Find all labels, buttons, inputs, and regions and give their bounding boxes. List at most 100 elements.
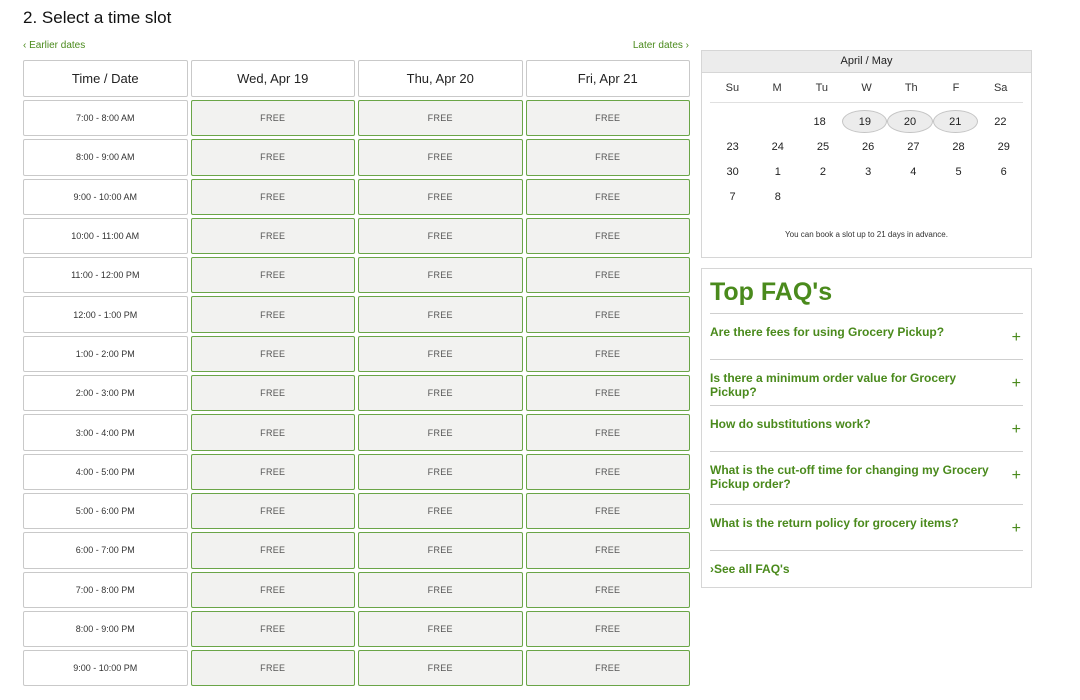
time-slot-button[interactable]: FREE — [525, 414, 690, 451]
time-label: 6:00 - 7:00 PM — [23, 532, 188, 569]
time-slot-row: 8:00 - 9:00 AM FREE FREE FREE — [23, 139, 690, 176]
time-slot-button[interactable]: FREE — [525, 296, 690, 333]
time-slot-button[interactable]: FREE — [358, 492, 523, 530]
calendar-day: 2 — [819, 165, 827, 178]
time-slot-button[interactable]: FREE — [190, 414, 355, 451]
calendar-day-cell: 24 — [755, 135, 800, 158]
time-slot-button[interactable]: FREE — [358, 100, 523, 137]
time-slot-button[interactable]: FREE — [190, 650, 355, 687]
faq-item[interactable]: What is the cut-off time for changing my… — [710, 451, 1023, 504]
time-slot-button[interactable]: FREE — [190, 532, 355, 569]
time-slot-button[interactable]: FREE — [190, 610, 355, 648]
time-slot-button[interactable]: FREE — [525, 492, 690, 530]
faq-question: Is there a minimum order value for Groce… — [710, 371, 957, 399]
time-slot-button[interactable]: FREE — [358, 532, 523, 569]
date-header: Fri, Apr 21 — [525, 60, 690, 97]
time-slot-button[interactable]: FREE — [358, 650, 523, 687]
time-slot-button[interactable]: FREE — [190, 335, 355, 373]
faq-item[interactable]: What is the return policy for grocery it… — [710, 504, 1023, 550]
calendar-day: 7 — [729, 190, 736, 203]
time-slot-button[interactable]: FREE — [190, 492, 355, 530]
calendar-day-cell: 22 — [978, 110, 1023, 133]
see-all-faqs-link[interactable]: ›See all FAQ's — [710, 550, 1023, 576]
time-slot-button[interactable]: FREE — [358, 414, 523, 451]
time-slot-row: 12:00 - 1:00 PM FREE FREE FREE — [23, 296, 690, 333]
weekday-label: Th — [904, 81, 918, 94]
calendar-day-cell: 7 — [710, 185, 755, 208]
time-slot-row: 7:00 - 8:00 AM FREE FREE FREE — [23, 100, 690, 137]
time-slot-button[interactable]: FREE — [525, 375, 690, 412]
time-slot-button[interactable]: FREE — [190, 257, 355, 294]
calendar-day: 3 — [865, 165, 872, 178]
time-slot-button[interactable]: FREE — [358, 375, 523, 412]
calendar-day: 24 — [771, 140, 784, 153]
time-date-header: Time / Date — [23, 60, 188, 97]
time-slot-button[interactable]: FREE — [358, 296, 523, 333]
time-slot-row: 9:00 - 10:00 PM FREE FREE FREE — [23, 650, 690, 687]
time-slot-button[interactable]: FREE — [525, 610, 690, 648]
calendar-day-cell: 26 — [846, 135, 891, 158]
calendar-day: 5 — [955, 165, 962, 178]
time-slot-button[interactable]: FREE — [358, 217, 523, 255]
plus-icon[interactable]: + — [1012, 467, 1021, 485]
time-slot-button[interactable]: FREE — [525, 139, 690, 176]
faq-item[interactable]: How do substitutions work? + — [710, 405, 1023, 451]
time-slot-button[interactable]: FREE — [190, 178, 355, 215]
earlier-dates-link[interactable]: ‹ Earlier dates — [23, 40, 85, 51]
time-slot-button[interactable]: FREE — [525, 453, 690, 490]
time-slot-button[interactable]: FREE — [525, 571, 690, 608]
time-slot-button[interactable]: FREE — [358, 178, 523, 215]
time-slot-button[interactable]: FREE — [358, 453, 523, 490]
faq-question: Are there fees for using Grocery Pickup? — [710, 325, 945, 339]
plus-icon[interactable]: + — [1012, 520, 1021, 538]
date-header: Wed, Apr 19 — [190, 60, 355, 97]
calendar-day: 1 — [774, 165, 781, 178]
plus-icon[interactable]: + — [1012, 329, 1021, 347]
time-slot-button[interactable]: FREE — [358, 571, 523, 608]
calendar-day-available[interactable]: 20 — [887, 110, 933, 133]
calendar-day-cell: 19 — [842, 110, 888, 133]
time-slot-button[interactable]: FREE — [525, 650, 690, 687]
plus-icon[interactable]: + — [1012, 421, 1021, 439]
weekday-label: M — [772, 81, 782, 94]
calendar-title: April / May — [702, 51, 1031, 73]
calendar-day-available[interactable]: 21 — [932, 110, 978, 133]
time-label: 9:00 - 10:00 AM — [23, 178, 188, 215]
time-slot-button[interactable]: FREE — [358, 139, 523, 176]
time-slot-row: 7:00 - 8:00 PM FREE FREE FREE — [23, 571, 690, 608]
faq-item[interactable]: Are there fees for using Grocery Pickup?… — [710, 313, 1023, 359]
page-title: 2. Select a time slot — [23, 8, 172, 27]
time-slot-button[interactable]: FREE — [190, 217, 355, 255]
faq-question: What is the return policy for grocery it… — [710, 516, 959, 530]
time-slot-button[interactable]: FREE — [525, 335, 690, 373]
calendar-day-cell: 4 — [891, 160, 936, 183]
time-slot-button[interactable]: FREE — [190, 100, 355, 137]
time-slot-button[interactable]: FREE — [190, 296, 355, 333]
calendar-day-cell: 28 — [936, 135, 981, 158]
time-slot-button[interactable]: FREE — [190, 453, 355, 490]
time-slot-button[interactable]: FREE — [358, 335, 523, 373]
time-slot-button[interactable]: FREE — [525, 532, 690, 569]
faq-item[interactable]: Is there a minimum order value for Groce… — [710, 359, 1023, 405]
time-slot-button[interactable]: FREE — [190, 139, 355, 176]
time-slot-button[interactable]: FREE — [525, 257, 690, 294]
later-dates-link[interactable]: Later dates › — [600, 40, 689, 51]
time-slot-button[interactable]: FREE — [525, 178, 690, 215]
time-slot-button[interactable]: FREE — [358, 610, 523, 648]
time-slot-button[interactable]: FREE — [358, 257, 523, 294]
time-slot-row: 4:00 - 5:00 PM FREE FREE FREE — [23, 453, 690, 490]
time-slot-button[interactable]: FREE — [525, 100, 690, 137]
calendar-day-cell: 30 — [710, 160, 755, 183]
time-label: 2:00 - 3:00 PM — [23, 375, 188, 412]
plus-icon[interactable]: + — [1012, 375, 1021, 393]
calendar: April / May Su M Tu W Th F Sa 18 19 20 21 22 23 24 25… — [701, 50, 1032, 258]
calendar-day-cell: 6 — [981, 160, 1026, 183]
calendar-day-available[interactable]: 19 — [842, 110, 888, 133]
calendar-day: 4 — [910, 165, 917, 178]
time-label: 11:00 - 12:00 PM — [23, 257, 188, 294]
time-label: 3:00 - 4:00 PM — [23, 414, 188, 451]
time-label: 4:00 - 5:00 PM — [23, 453, 188, 490]
time-slot-button[interactable]: FREE — [190, 375, 355, 412]
time-slot-button[interactable]: FREE — [525, 217, 690, 255]
time-slot-button[interactable]: FREE — [190, 571, 355, 608]
